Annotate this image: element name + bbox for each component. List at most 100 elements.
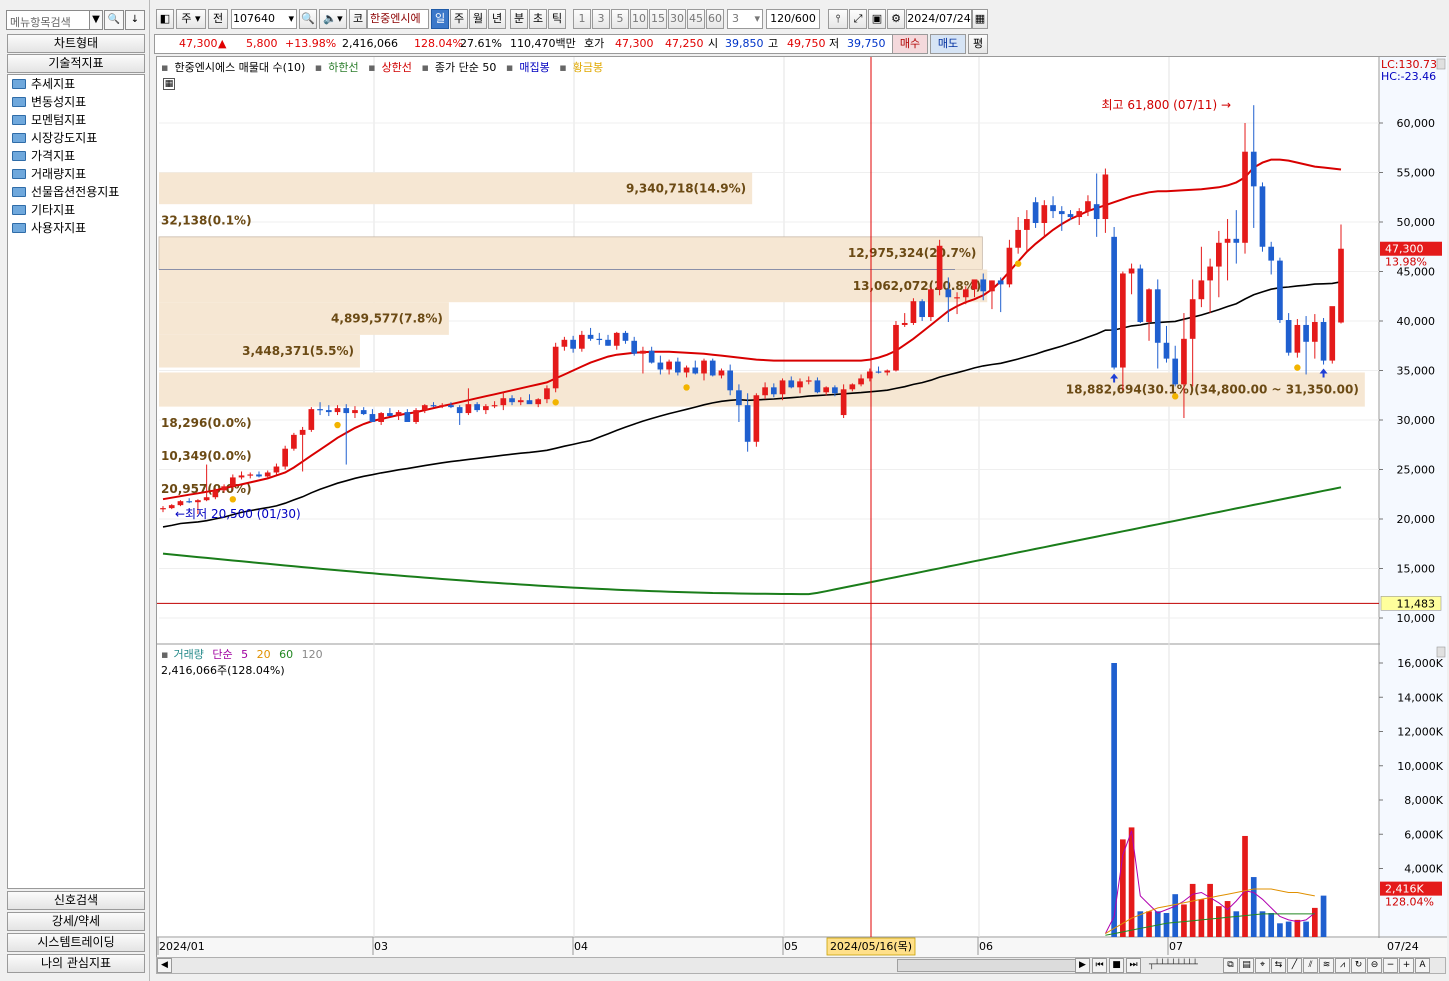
chart-area[interactable]: 9,340,718(14.9%) 32,138(0.1%) 12,975,324(2… [156,56,1447,958]
layout-icon[interactable]: ◧ [156,9,174,29]
interval-custom-select[interactable]: 3 ▾ [727,9,763,29]
copy-icon[interactable]: ⧉ [1223,958,1238,973]
fib-tool-icon[interactable]: ≋ [1319,958,1334,973]
high-value: 49,750 [787,37,826,50]
cycle-tool-icon[interactable]: ↻ [1351,958,1366,973]
interval-15[interactable]: 15 [649,9,667,29]
chart-canvas[interactable]: 9,340,718(14.9%) 32,138(0.1%) 12,975,324(2… [157,57,1447,958]
candle-body [474,404,480,411]
interval-1[interactable]: 1 [573,9,591,29]
eval-button[interactable]: 평 [968,34,988,54]
current-pct-tag: 13.98% [1385,256,1427,269]
last-page-icon[interactable]: ⏭ [1126,958,1141,973]
gear-icon[interactable]: ⚙ [887,9,905,29]
prev-button[interactable]: 전 [208,9,228,29]
zoom-out-icon[interactable]: ⊖ [1367,958,1382,973]
market-button[interactable]: 코 [349,9,367,29]
candle-body [535,399,542,405]
period-minute-tab[interactable]: 분 [510,9,528,29]
interval-3[interactable]: 3 [592,9,610,29]
volume-profile-label: 32,138(0.1%) [161,214,252,228]
chart-type-button[interactable]: 차트형태 [7,34,145,53]
pattern-tool-icon[interactable]: ⩘ [1335,958,1350,973]
trend-icon[interactable]: ⤢ [849,9,867,29]
mode-select[interactable]: 주 ▾ [176,9,206,29]
candle-body [980,279,987,292]
search-icon[interactable]: 🔍 [104,10,124,30]
interval-10[interactable]: 10 [630,9,648,29]
period-second-tab[interactable]: 초 [529,9,547,29]
candle-body [570,339,576,349]
candle-body [1137,268,1144,322]
grid-toggle-icon[interactable]: ▦ [163,78,175,90]
price-tick-label: 50,000 [1397,216,1436,229]
tree-item-other[interactable]: 기타지표 [8,201,144,219]
tree-item-user[interactable]: 사용자지표 [8,219,144,237]
tree-item-volatility[interactable]: 변동성지표 [8,93,144,111]
candle-body [832,387,838,394]
crosshair-icon[interactable]: ⌖ [1255,958,1270,973]
period-day-tab[interactable]: 일 [431,9,449,29]
tree-item-futures-options[interactable]: 선물옵션전용지표 [8,183,144,201]
compare-icon[interactable]: ⇆ [1271,958,1286,973]
price-tick-label: 40,000 [1397,315,1436,328]
date-field[interactable]: 2024/07/24 [906,9,972,29]
count-field[interactable]: 120/600 [766,9,820,29]
sound-icon[interactable]: 🔈▾ [319,9,347,29]
chart-scrollbar[interactable]: ◀ ▶ ⏮ ■ ⏭ ┬┴┴┴┴┴┴┴┴ ⧉ ▤ ⌖ ⇆ ╱ ⫽ ≋ ⩘ ↻ ⊖ … [156,957,1446,974]
tree-item-volume[interactable]: 거래량지표 [8,165,144,183]
scroll-left-arrow-icon[interactable]: ◀ [157,958,172,973]
volume-profile-label: 10,349(0.0%) [161,449,252,463]
channel-tool-icon[interactable]: ⫽ [1303,958,1318,973]
my-indicators-button[interactable]: 나의 관심지표 [7,954,145,973]
scroll-thumb[interactable] [897,959,1077,972]
candle-body [674,361,681,373]
candle-icon[interactable]: ⫯ [828,9,848,29]
candle-body [849,384,856,390]
period-month-tab[interactable]: 월 [469,9,487,29]
interval-5[interactable]: 5 [611,9,629,29]
first-page-icon[interactable]: ⏮ [1092,958,1107,973]
download-arrow-icon[interactable]: ↓ [125,10,145,30]
tree-item-market-strength[interactable]: 시장강도지표 [8,129,144,147]
technical-indicator-button[interactable]: 기술적지표 [7,54,145,73]
scroll-right-arrow-icon[interactable]: ▶ [1075,958,1090,973]
sell-button[interactable]: 매도 [930,34,966,54]
period-year-tab[interactable]: 년 [488,9,506,29]
candle-body [997,280,1004,285]
buy-button[interactable]: 매수 [892,34,928,54]
zoom-slider[interactable]: ┬┴┴┴┴┴┴┴┴ [1149,959,1219,972]
text-tool-icon[interactable]: A [1415,958,1430,973]
period-tick-tab[interactable]: 틱 [548,9,566,29]
tree-item-trend[interactable]: 추세지표 [8,75,144,93]
strong-weak-button[interactable]: 강세/약세 [7,912,145,931]
line-tool-icon[interactable]: ╱ [1287,958,1302,973]
dropdown-arrow-icon[interactable]: ▼ [89,10,103,30]
vol-tick-label: 10,000K [1397,760,1443,773]
time-tick-label: 04 [574,940,588,953]
signal-search-button[interactable]: 신호검색 [7,891,145,910]
minus-icon[interactable]: − [1383,958,1398,973]
candle-body [1067,214,1074,218]
tree-item-price[interactable]: 가격지표 [8,147,144,165]
tree-item-momentum[interactable]: 모멘텀지표 [8,111,144,129]
stock-name-field: 한중엔시에 [367,9,429,29]
plus-icon[interactable]: + [1399,958,1414,973]
stop-icon[interactable]: ■ [1109,958,1124,973]
menu-search-input[interactable]: 메뉴항목검색 [6,10,101,30]
period-week-tab[interactable]: 주 [450,9,468,29]
candle-body [352,410,358,414]
system-trading-button[interactable]: 시스템트레이딩 [7,933,145,952]
candle-body [884,370,891,373]
vol-axis-scroll-up-icon [1436,646,1446,658]
search-icon[interactable]: 🔍 [299,9,317,29]
candle-body [640,350,646,354]
stock-code-input[interactable]: 107640 ▾ [231,9,297,29]
grid-icon[interactable]: ▤ [1239,958,1254,973]
candle-body [448,405,454,408]
interval-60[interactable]: 60 [706,9,724,29]
calendar-icon[interactable]: ▦ [972,9,988,29]
save-icon[interactable]: ▣ [868,9,886,29]
interval-30[interactable]: 30 [668,9,686,29]
interval-45[interactable]: 45 [687,9,705,29]
